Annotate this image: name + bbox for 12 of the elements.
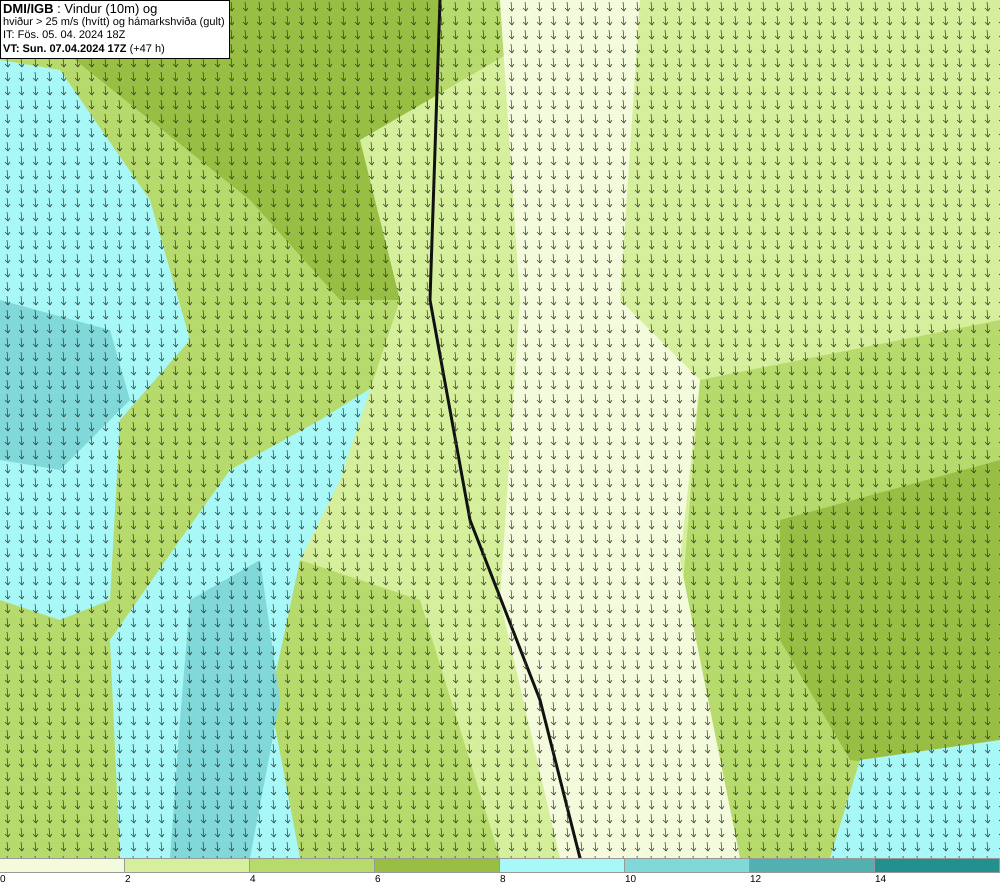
legend-tick-label: 10 [625,873,636,887]
title-line: VT: Sun. 07.04.2024 17Z (+47 h) [3,42,166,56]
title-line: IT: Fös. 05. 04. 2024 18Z [3,29,126,42]
legend-tick-label: 4 [250,873,256,887]
legend-tick-label: 12 [750,873,762,887]
legend-tick-label: 14 [875,873,886,887]
legend-tick-label: 0 [0,873,6,887]
title-line: hviður > 25 m/s (hvítt) og hámarkshviða (gult) [3,16,225,29]
legend-tick-label: 6 [375,873,381,887]
legend-tick-label: 2 [125,873,131,887]
legend-tick-label: 8 [500,873,506,887]
title-line: DMI/IGB : Vindur (10m) og [3,2,158,16]
